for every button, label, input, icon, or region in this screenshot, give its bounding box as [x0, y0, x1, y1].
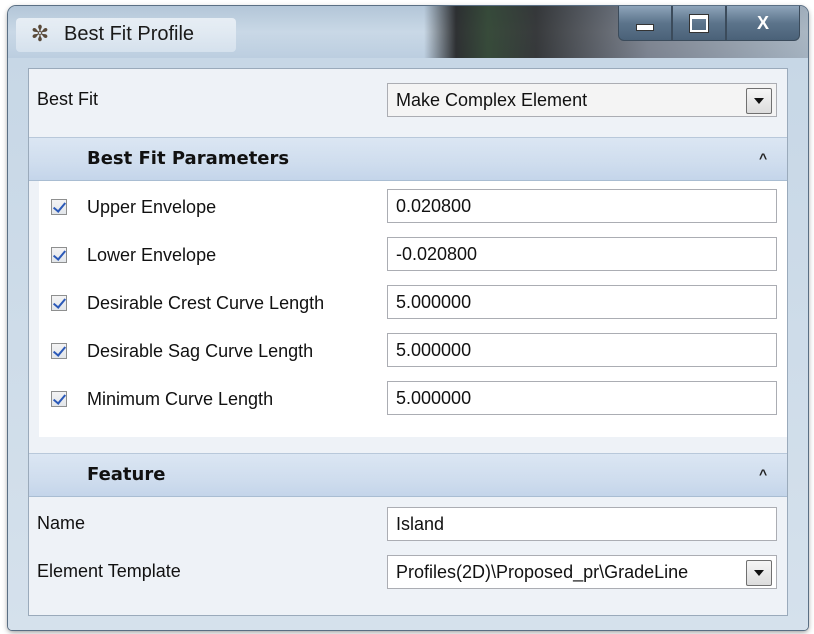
element-template-dropdown[interactable]: Profiles(2D)\Proposed_pr\GradeLine — [387, 555, 777, 589]
app-icon[interactable]: ✼ — [28, 22, 52, 46]
element-template-row: Element Template Profiles(2D)\Proposed_p… — [29, 549, 787, 593]
caption-buttons: X — [618, 6, 800, 42]
close-button[interactable]: X — [726, 6, 800, 41]
feature-body: Name Island Element Template Profiles(2D… — [29, 497, 787, 609]
element-template-dropdown-button[interactable] — [746, 560, 772, 586]
chevron-down-icon — [754, 98, 764, 104]
window-title: Best Fit Profile — [64, 23, 195, 45]
element-template-label: Element Template — [37, 561, 181, 581]
best-fit-row: Best Fit Make Complex Element — [29, 77, 787, 121]
upper-envelope-checkbox[interactable] — [51, 199, 67, 215]
sag-curve-length-label: Desirable Sag Curve Length — [87, 341, 314, 361]
feature-header[interactable]: Feature ^ — [29, 453, 787, 497]
crest-curve-length-checkbox[interactable] — [51, 295, 67, 311]
upper-envelope-label: Upper Envelope — [87, 197, 217, 217]
best-fit-profile-window: ✼ Best Fit Profile X Best Fit Make Compl… — [8, 6, 808, 630]
title-bar[interactable]: ✼ Best Fit Profile X — [8, 6, 808, 58]
collapse-icon[interactable]: ^ — [759, 151, 775, 165]
parameter-row-upper-envelope: Upper Envelope 0.020800 — [39, 187, 787, 231]
crest-curve-length-label: Desirable Crest Curve Length — [87, 293, 325, 313]
dialog-client-area: Best Fit Make Complex Element Best Fit P… — [28, 68, 788, 616]
parameter-row-crest-curve-length: Desirable Crest Curve Length 5.000000 — [39, 283, 787, 327]
parameter-row-sag-curve-length: Desirable Sag Curve Length 5.000000 — [39, 331, 787, 375]
collapse-icon[interactable]: ^ — [759, 467, 775, 481]
parameter-row-minimum-curve-length: Minimum Curve Length 5.000000 — [39, 379, 787, 423]
parameter-row-lower-envelope: Lower Envelope -0.020800 — [39, 235, 787, 279]
feature-name-label: Name — [37, 513, 86, 533]
maximize-icon — [690, 14, 708, 32]
best-fit-parameters-body: Upper Envelope 0.020800 Lower Envelope -… — [39, 181, 787, 437]
feature-title: Feature — [87, 464, 166, 485]
best-fit-label: Best Fit — [37, 89, 99, 109]
minimize-icon — [637, 24, 653, 30]
best-fit-parameters-header[interactable]: Best Fit Parameters ^ — [29, 137, 787, 181]
minimize-button[interactable] — [618, 6, 672, 41]
minimum-curve-length-label: Minimum Curve Length — [87, 389, 274, 409]
best-fit-dropdown[interactable]: Make Complex Element — [387, 83, 777, 117]
minimum-curve-length-input[interactable]: 5.000000 — [387, 381, 777, 415]
feature-name-input[interactable]: Island — [387, 507, 777, 541]
feature-name-row: Name Island — [29, 501, 787, 545]
crest-curve-length-input[interactable]: 5.000000 — [387, 285, 777, 319]
close-icon: X — [756, 12, 769, 33]
lower-envelope-input[interactable]: -0.020800 — [387, 237, 777, 271]
chevron-down-icon — [754, 570, 764, 576]
upper-envelope-input[interactable]: 0.020800 — [387, 189, 777, 223]
best-fit-parameters-title: Best Fit Parameters — [87, 148, 290, 169]
maximize-button[interactable] — [672, 6, 726, 41]
best-fit-dropdown-button[interactable] — [746, 88, 772, 114]
sag-curve-length-input[interactable]: 5.000000 — [387, 333, 777, 367]
lower-envelope-checkbox[interactable] — [51, 247, 67, 263]
element-template-value: Profiles(2D)\Proposed_pr\GradeLine — [396, 562, 689, 582]
sag-curve-length-checkbox[interactable] — [51, 343, 67, 359]
best-fit-value: Make Complex Element — [396, 90, 588, 110]
lower-envelope-label: Lower Envelope — [87, 245, 217, 265]
minimum-curve-length-checkbox[interactable] — [51, 391, 67, 407]
